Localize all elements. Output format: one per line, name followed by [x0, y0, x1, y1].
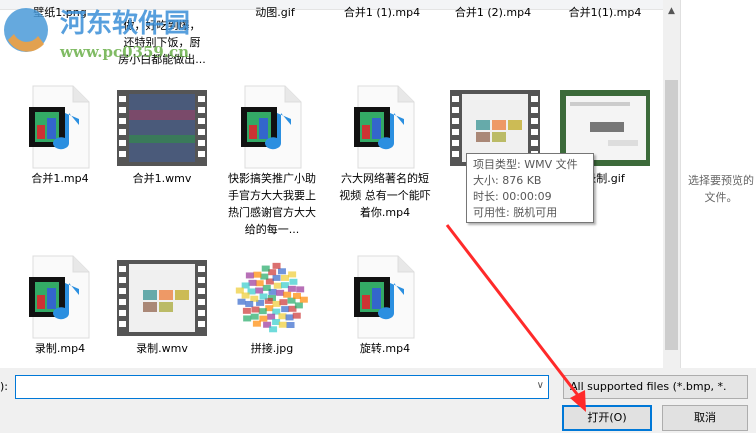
- file-thumbnail: [10, 85, 110, 170]
- open-button[interactable]: 打开(O): [562, 405, 652, 431]
- file-label[interactable]: 做，好吃到爆， 还特别下饭，厨 房小白都能做出...: [112, 4, 212, 68]
- file-label[interactable]: 动图.gif: [225, 4, 325, 21]
- file-label[interactable]: 合并1 (1).mp4: [332, 4, 432, 21]
- file-thumbnail: [222, 85, 322, 170]
- file-item[interactable]: 合并1.mp4: [10, 85, 110, 187]
- file-label[interactable]: 合并1 (2).mp4: [443, 4, 543, 21]
- file-item[interactable]: 旋转.mp4: [335, 255, 435, 357]
- file-thumbnail: [222, 255, 322, 340]
- filename-label: ):: [0, 380, 8, 393]
- file-item[interactable]: 录制.mp4: [10, 255, 110, 357]
- chevron-down-icon[interactable]: ∨: [537, 380, 544, 391]
- preview-text: 选择要预览的文件。: [688, 174, 754, 204]
- file-name: 拼接.jpg: [250, 342, 294, 355]
- tooltip-size: 大小: 876 KB: [473, 174, 542, 187]
- vertical-scrollbar[interactable]: ▲: [663, 0, 680, 368]
- label-line: 做，好吃到爆，: [123, 19, 201, 32]
- file-thumbnail: [335, 85, 435, 170]
- preview-pane: 选择要预览的文件。: [680, 0, 756, 368]
- file-name: 合并1.wmv: [132, 172, 192, 185]
- file-item[interactable]: 六大网络著名的短视频 总有一个能吓着你.mp4: [335, 85, 435, 221]
- file-label[interactable]: 壁纸1.png: [10, 4, 110, 21]
- file-name: 录制.wmv: [136, 342, 188, 355]
- file-name: 旋转.mp4: [359, 342, 411, 355]
- file-name: 录制.mp4: [34, 342, 86, 355]
- file-name: 快影搞笑推广小助手官方大大我要上热门感谢官方大大给的每一...: [228, 172, 316, 236]
- file-thumbnail: [112, 85, 212, 170]
- file-label[interactable]: 合并1(1).mp4: [555, 4, 655, 21]
- file-tooltip: 项目类型: WMV 文件 大小: 876 KB 时长: 00:00:09 可用性…: [466, 153, 594, 223]
- file-item[interactable]: 录制.wmv: [112, 255, 212, 357]
- scrollbar-thumb[interactable]: [665, 80, 678, 350]
- cancel-button[interactable]: 取消: [662, 405, 748, 431]
- file-thumbnail: [335, 255, 435, 340]
- file-thumbnail: [10, 255, 110, 340]
- filetype-select[interactable]: All supported files (*.bmp, *.: [563, 375, 748, 399]
- tooltip-availability: 可用性: 脱机可用: [473, 206, 558, 219]
- file-item[interactable]: 合并1.wmv: [112, 85, 212, 187]
- file-thumbnail: [112, 255, 212, 340]
- file-item[interactable]: 拼接.jpg: [222, 255, 322, 357]
- tooltip-duration: 时长: 00:00:09: [473, 190, 552, 203]
- filename-input[interactable]: ∨: [15, 375, 549, 399]
- file-name: 合并1.mp4: [31, 172, 89, 185]
- label-line: 房小白都能做出...: [118, 53, 206, 66]
- tooltip-type: 项目类型: WMV 文件: [473, 158, 578, 171]
- label-line: 还特别下饭，厨: [123, 36, 201, 49]
- file-name: 六大网络著名的短视频 总有一个能吓着你.mp4: [339, 172, 431, 219]
- file-item[interactable]: 快影搞笑推广小助手官方大大我要上热门感谢官方大大给的每一...: [222, 85, 322, 238]
- scroll-up-icon[interactable]: ▲: [663, 6, 680, 23]
